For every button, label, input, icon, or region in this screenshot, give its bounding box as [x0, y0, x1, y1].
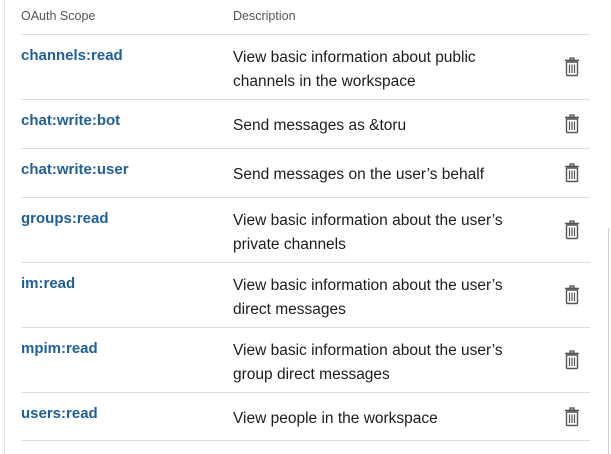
table-header: OAuth Scope Description: [21, 9, 590, 25]
scope-link[interactable]: chat:write:user: [21, 160, 129, 180]
header-description: Description: [233, 9, 296, 23]
panel-left-border: [4, 0, 5, 454]
scope-description: Send messages on the user’s behalf: [233, 166, 485, 183]
trash-icon[interactable]: [564, 407, 580, 427]
trash-icon[interactable]: [564, 163, 580, 183]
header-oauth-scope: OAuth Scope: [21, 9, 96, 23]
table-row: users:read View people in the workspace: [21, 392, 590, 441]
table-row: chat:write:bot Send messages as &toru: [21, 99, 590, 148]
scrollbar[interactable]: [608, 228, 609, 454]
scope-description: View basic information about the user’s …: [233, 342, 503, 383]
trash-icon[interactable]: [564, 285, 580, 305]
trash-icon[interactable]: [564, 220, 580, 240]
scope-link[interactable]: users:read: [21, 404, 98, 424]
scope-link[interactable]: chat:write:bot: [21, 111, 120, 131]
scope-link[interactable]: groups:read: [21, 209, 109, 229]
scope-description: View basic information about the user’s …: [233, 212, 503, 253]
table-row: mpim:read View basic information about t…: [21, 327, 590, 392]
scope-link[interactable]: mpim:read: [21, 339, 98, 359]
scope-link[interactable]: channels:read: [21, 46, 123, 66]
table-row: chat:write:user Send messages on the use…: [21, 148, 590, 197]
table-row: channels:read View basic information abo…: [21, 34, 590, 99]
scope-link[interactable]: im:read: [21, 274, 75, 294]
scopes-table: channels:read View basic information abo…: [21, 34, 590, 441]
trash-icon[interactable]: [564, 57, 580, 77]
table-row: groups:read View basic information about…: [21, 197, 590, 262]
trash-icon[interactable]: [564, 350, 580, 370]
oauth-scopes-panel: OAuth Scope Description channels:read Vi…: [0, 0, 611, 454]
scope-description: View people in the workspace: [233, 410, 438, 427]
scope-description: Send messages as &toru: [233, 117, 407, 134]
trash-icon[interactable]: [564, 114, 580, 134]
table-row: im:read View basic information about the…: [21, 262, 590, 327]
scope-description: View basic information about public chan…: [233, 49, 476, 90]
scope-description: View basic information about the user’s …: [233, 277, 503, 318]
